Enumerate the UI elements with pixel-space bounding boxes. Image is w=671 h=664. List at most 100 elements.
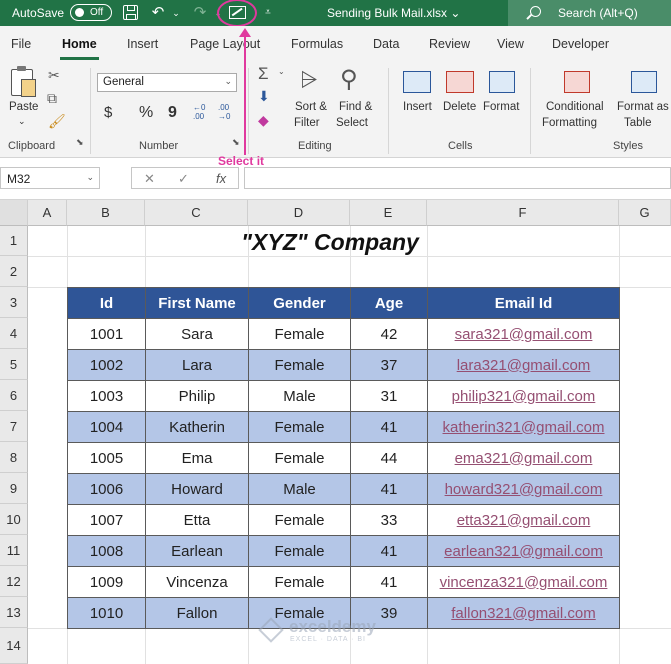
row-header[interactable]: 6 xyxy=(0,380,28,411)
find-icon[interactable]: ⚲ xyxy=(340,65,358,94)
row-header[interactable]: 13 xyxy=(0,597,28,628)
tab-formulas[interactable]: Formulas xyxy=(291,37,343,51)
cell-email-link[interactable]: lara321@gmail.com xyxy=(427,349,620,381)
cell-gender[interactable]: Female xyxy=(248,318,351,350)
row-header[interactable]: 11 xyxy=(0,535,28,566)
cell-age[interactable]: 41 xyxy=(350,411,428,443)
tab-home[interactable]: Home xyxy=(60,37,99,60)
cell-email-link[interactable]: ema321@gmail.com xyxy=(427,442,620,474)
clear-icon[interactable]: ◆ xyxy=(258,112,269,129)
autosum-icon[interactable]: Σ xyxy=(258,64,269,84)
delete-cells-button[interactable]: Delete xyxy=(443,101,476,113)
cell-first-name[interactable]: Lara xyxy=(145,349,249,381)
cut-icon[interactable]: ✂ xyxy=(48,67,60,84)
cell-gender[interactable]: Male xyxy=(248,473,351,505)
cell-email-link[interactable]: earlean321@gmail.com xyxy=(427,535,620,567)
cell-id[interactable]: 1003 xyxy=(67,380,146,412)
conditional-formatting-label-1[interactable]: Conditional xyxy=(546,101,604,113)
tab-review[interactable]: Review xyxy=(429,37,470,51)
cancel-icon[interactable]: ✕ xyxy=(144,171,155,187)
row-header[interactable]: 1 xyxy=(0,226,28,256)
header-first-name[interactable]: First Name xyxy=(145,287,249,319)
conditional-formatting-icon[interactable] xyxy=(564,71,590,93)
comma-style-button[interactable]: 9 xyxy=(168,104,177,122)
tab-insert[interactable]: Insert xyxy=(127,37,158,51)
cell-email-link[interactable]: philip321@gmail.com xyxy=(427,380,620,412)
format-cells-button[interactable]: Format xyxy=(483,101,519,113)
insert-cells-button[interactable]: Insert xyxy=(403,101,432,113)
cell-email-link[interactable]: katherin321@gmail.com xyxy=(427,411,620,443)
file-name[interactable]: Sending Bulk Mail.xlsx ⌄ xyxy=(327,6,460,20)
row-header[interactable]: 12 xyxy=(0,566,28,597)
cell-email-link[interactable]: howard321@gmail.com xyxy=(427,473,620,505)
cell-age[interactable]: 44 xyxy=(350,442,428,474)
cell-id[interactable]: 1010 xyxy=(67,597,146,629)
cell-age[interactable]: 41 xyxy=(350,535,428,567)
clipboard-launcher-icon[interactable]: ⬊ xyxy=(76,137,84,148)
format-as-table-label-2[interactable]: Table xyxy=(624,117,652,129)
cell-gender[interactable]: Female xyxy=(248,442,351,474)
cell-id[interactable]: 1005 xyxy=(67,442,146,474)
find-select-label-2[interactable]: Select xyxy=(336,117,368,129)
cell-first-name[interactable]: Sara xyxy=(145,318,249,350)
select-all-corner[interactable] xyxy=(0,200,28,226)
copy-icon[interactable]: ⧉ xyxy=(47,90,57,107)
sort-filter-label-2[interactable]: Filter xyxy=(294,117,320,129)
conditional-formatting-label-2[interactable]: Formatting xyxy=(542,117,597,129)
tab-developer[interactable]: Developer xyxy=(552,37,609,51)
redo-icon[interactable]: ↷ xyxy=(190,3,210,23)
row-header[interactable]: 14 xyxy=(0,628,28,664)
cell-email-link[interactable]: vincenza321@gmail.com xyxy=(427,566,620,598)
cell-age[interactable]: 31 xyxy=(350,380,428,412)
search-box[interactable]: Search (Alt+Q) xyxy=(508,0,671,26)
autosave-toggle[interactable]: Off xyxy=(70,4,112,21)
cell-age[interactable]: 42 xyxy=(350,318,428,350)
cell-age[interactable]: 33 xyxy=(350,504,428,536)
cell-email-link[interactable]: fallon321@gmail.com xyxy=(427,597,620,629)
header-id[interactable]: Id xyxy=(67,287,146,319)
cell-first-name[interactable]: Katherin xyxy=(145,411,249,443)
paste-button[interactable]: Paste xyxy=(9,101,38,113)
sort-filter-label-1[interactable]: Sort & xyxy=(295,101,327,113)
row-header[interactable]: 8 xyxy=(0,442,28,473)
header-gender[interactable]: Gender xyxy=(248,287,351,319)
cell-id[interactable]: 1004 xyxy=(67,411,146,443)
formula-input[interactable] xyxy=(244,167,671,189)
row-header[interactable]: 3 xyxy=(0,287,28,318)
tab-view[interactable]: View xyxy=(497,37,524,51)
row-header[interactable]: 7 xyxy=(0,411,28,442)
insert-function-icon[interactable]: fx xyxy=(216,171,226,186)
row-header[interactable]: 5 xyxy=(0,349,28,380)
column-header[interactable]: G xyxy=(619,200,671,226)
number-launcher-icon[interactable]: ⬊ xyxy=(232,137,240,148)
cell-gender[interactable]: Female xyxy=(248,566,351,598)
cell-first-name[interactable]: Howard xyxy=(145,473,249,505)
customize-toolbar-icon[interactable]: ⩡ xyxy=(258,3,278,23)
sort-filter-icon[interactable]: ⩥ xyxy=(300,67,318,93)
paste-icon[interactable] xyxy=(11,66,36,97)
row-header[interactable]: 9 xyxy=(0,473,28,504)
cell-id[interactable]: 1002 xyxy=(67,349,146,381)
fill-icon[interactable]: ⬇ xyxy=(258,88,270,105)
row-header[interactable]: 4 xyxy=(0,318,28,349)
name-box[interactable]: M32 ⌄ xyxy=(0,167,100,189)
paste-dropdown-icon[interactable]: ⌄ xyxy=(18,116,26,127)
decrease-decimal-button[interactable]: .00 →0 xyxy=(218,103,238,121)
cell-gender[interactable]: Female xyxy=(248,411,351,443)
currency-button[interactable]: $ xyxy=(104,104,112,121)
cell-id[interactable]: 1007 xyxy=(67,504,146,536)
cell-gender[interactable]: Female xyxy=(248,504,351,536)
cell-first-name[interactable]: Philip xyxy=(145,380,249,412)
cell-first-name[interactable]: Earlean xyxy=(145,535,249,567)
tab-data[interactable]: Data xyxy=(373,37,399,51)
column-header[interactable]: C xyxy=(145,200,248,226)
column-header[interactable]: A xyxy=(28,200,67,226)
cell-first-name[interactable]: Fallon xyxy=(145,597,249,629)
cell-id[interactable]: 1008 xyxy=(67,535,146,567)
format-as-table-icon[interactable] xyxy=(631,71,657,93)
cell-age[interactable]: 37 xyxy=(350,349,428,381)
column-header[interactable]: E xyxy=(350,200,427,226)
row-header[interactable]: 10 xyxy=(0,504,28,535)
format-cells-icon[interactable] xyxy=(489,71,515,93)
format-as-table-label-1[interactable]: Format as xyxy=(617,101,669,113)
